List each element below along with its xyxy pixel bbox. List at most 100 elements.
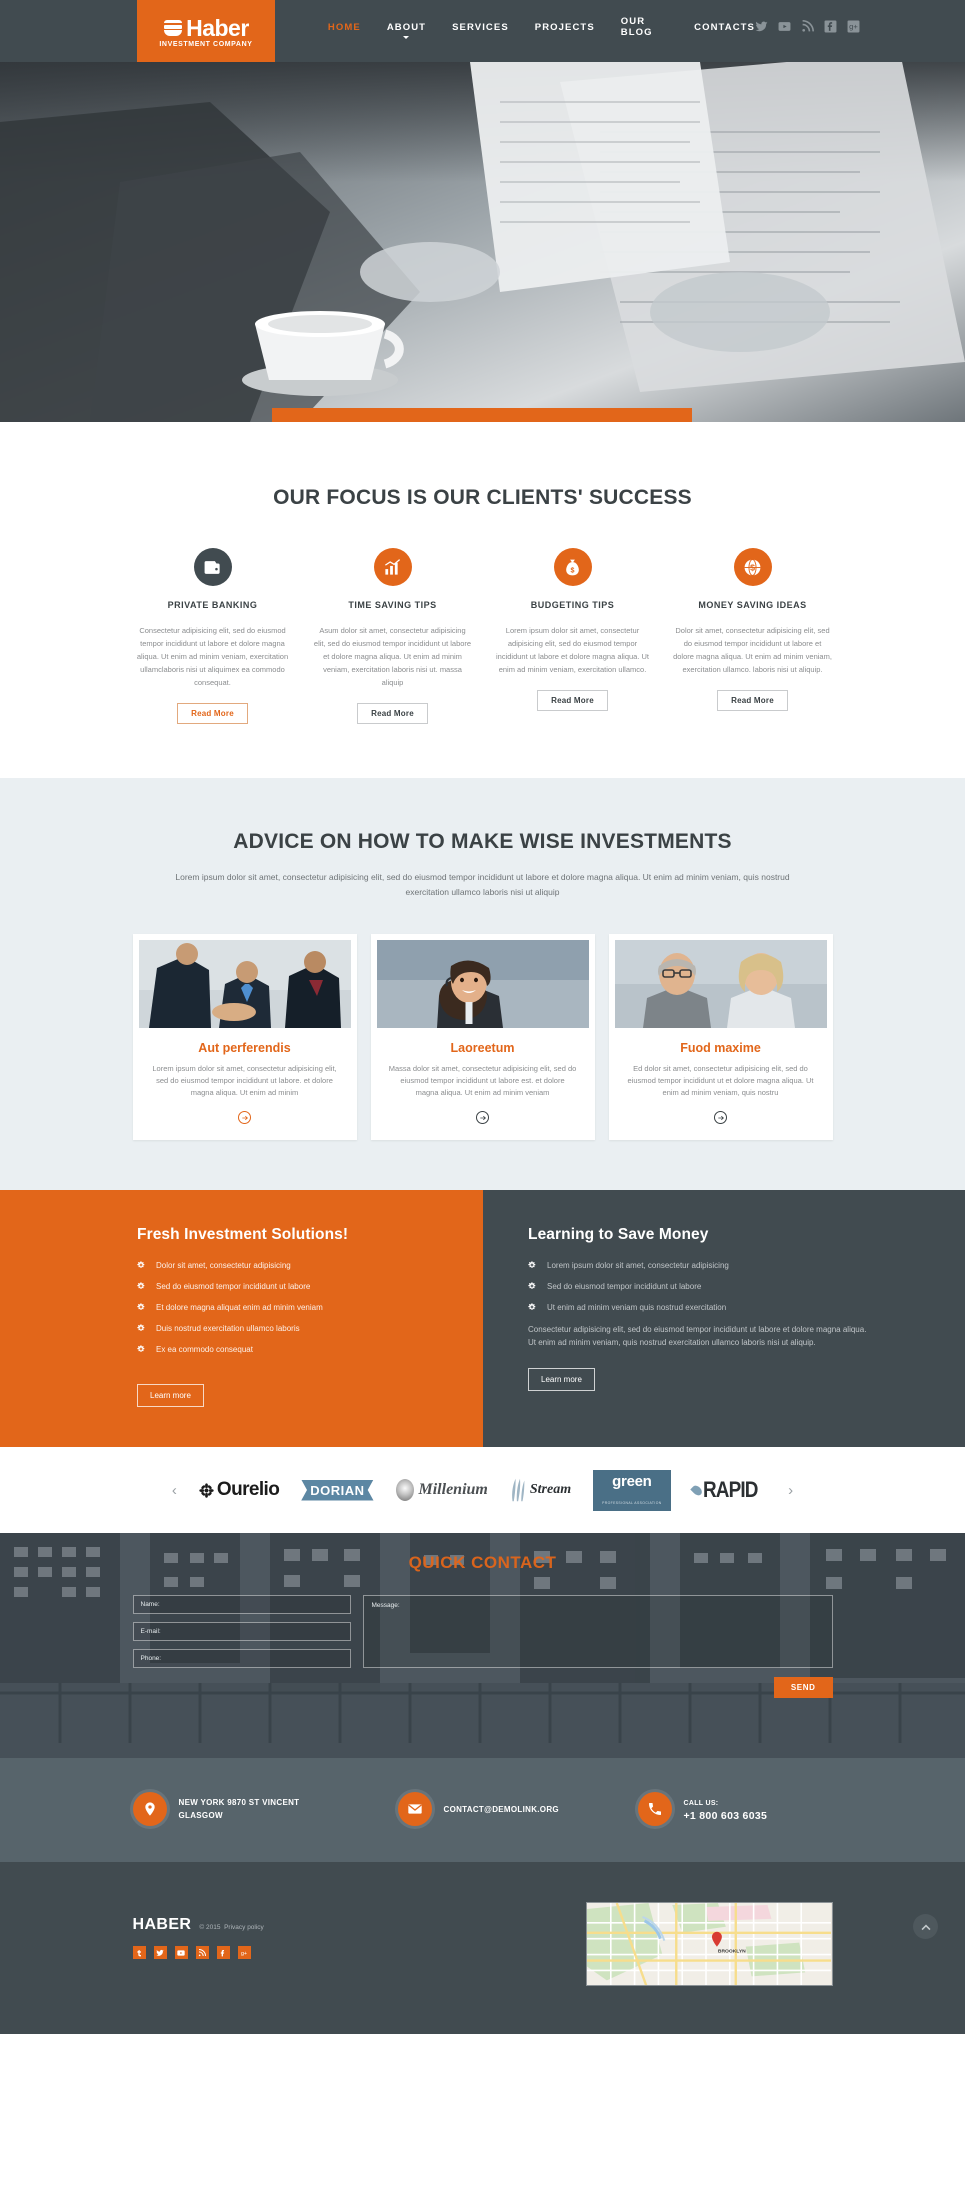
advice-card-text: Ed dolor sit amet, consectetur adipisici… [627, 1064, 814, 1097]
read-more-button[interactable]: Read More [717, 690, 788, 711]
partner-logo-stream[interactable]: Stream [510, 1473, 571, 1507]
hero-background-image [0, 62, 965, 422]
partner-logo-label: Millenium [418, 1481, 488, 1498]
nav-item-about[interactable]: ABOUT [387, 22, 426, 39]
gear-icon [137, 1282, 145, 1289]
contact-address-line1: NEW YORK 9870 ST VINCENT [178, 1798, 300, 1807]
message-field[interactable]: Message: [362, 1595, 833, 1668]
promo-left-panel: Fresh Investment Solutions! Dolor sit am… [0, 1190, 483, 1447]
partner-logo-rapid[interactable]: RAPID [689, 1473, 766, 1507]
focus-item-title: TIME SAVING TIPS [348, 600, 437, 610]
contact-email: CONTACT@DEMOLINK.ORG [397, 1792, 638, 1826]
nav-item-projects[interactable]: PROJECTS [535, 22, 595, 33]
quick-contact-section: QUICK CONTACT Name: E-mail: Phone: Messa… [0, 1533, 965, 1758]
footer-map[interactable]: BROOKLYN [585, 1902, 833, 1986]
contact-info-strip: NEW YORK 9870 ST VINCENT GLASGOW CONTACT… [0, 1758, 965, 1862]
svg-text:g+: g+ [849, 22, 858, 31]
site-logo[interactable]: Haber INVESTMENT COMPANY [137, 0, 275, 62]
focus-items-grid: PRIVATE BANKING Consectetur adipisicing … [133, 548, 833, 724]
arrow-right-circle-icon[interactable] [238, 1111, 251, 1124]
contact-phone-number[interactable]: +1 800 603 6035 [684, 1810, 768, 1822]
gear-icon [137, 1324, 145, 1331]
list-item-label: Ut enim ad minim veniam quis nostrud exe… [547, 1303, 727, 1312]
site-header: Haber INVESTMENT COMPANY HOME ABOUT SERV… [0, 0, 965, 62]
focus-item-private-banking: PRIVATE BANKING Consectetur adipisicing … [133, 548, 293, 724]
scroll-to-top-button[interactable] [913, 1914, 938, 1939]
hero-caption: ‹ WE MEET YOUR FINANCIAL INVESTMENT NEED… [272, 408, 692, 422]
facebook-icon[interactable] [824, 20, 837, 33]
partner-logo-green[interactable]: green PROFESSIONAL ASSOCIATION [593, 1469, 671, 1511]
contact-address: NEW YORK 9870 ST VINCENT GLASGOW [132, 1792, 398, 1826]
partner-logo-dorian[interactable]: DORIAN [301, 1473, 374, 1507]
mature-couple-portrait-photo [614, 940, 827, 1028]
focus-item-time-saving-tips: TIME SAVING TIPS Asum dolor sit amet, co… [313, 548, 473, 724]
hero-title: WE MEET YOUR FINANCIAL INVESTMENT NEEDS [301, 418, 662, 422]
list-item: Ut enim ad minim veniam quis nostrud exe… [528, 1302, 874, 1314]
list-item-label: Duis nostrud exercitation ullamco labori… [156, 1324, 300, 1333]
nav-item-services[interactable]: SERVICES [452, 22, 509, 33]
google-plus-icon[interactable]: g+ [237, 1946, 251, 1959]
envelope-icon [397, 1792, 432, 1826]
advice-card-text: Lorem ipsum dolor sit amet, consectetur … [152, 1064, 337, 1097]
focus-item-title: MONEY SAVING IDEAS [698, 600, 807, 610]
rss-icon[interactable] [195, 1946, 209, 1959]
list-item: Dolor sit amet, consectetur adipisicing [137, 1260, 483, 1272]
advice-card[interactable]: Laoreetum Massa dolor sit amet, consecte… [370, 934, 595, 1140]
send-button[interactable]: SEND [773, 1677, 833, 1698]
contact-email-value[interactable]: CONTACT@DEMOLINK.ORG [444, 1803, 559, 1816]
youtube-icon[interactable] [778, 20, 791, 33]
facebook-icon[interactable] [216, 1946, 230, 1959]
twitter-icon[interactable] [153, 1946, 167, 1959]
advice-card[interactable]: Fuod maxime Ed dolor sit amet, consectet… [608, 934, 833, 1140]
nav-item-our-blog[interactable]: OUR BLOG [621, 16, 668, 38]
haber-logo-icon [163, 17, 183, 39]
chevron-up-icon [921, 1924, 930, 1930]
advice-card-text: Massa dolor sit amet, consectetur adipis… [388, 1064, 577, 1097]
name-field[interactable]: Name: [132, 1595, 351, 1614]
svg-text:$: $ [571, 566, 575, 574]
arrow-right-circle-icon[interactable] [476, 1111, 489, 1124]
promo-left-learn-more-button[interactable]: Learn more [137, 1384, 204, 1407]
read-more-button[interactable]: Read More [177, 703, 248, 724]
map-city-label: BROOKLYN [717, 1949, 745, 1955]
gear-icon [528, 1261, 536, 1268]
twitter-icon[interactable] [755, 20, 768, 33]
flower-icon [199, 1482, 214, 1498]
leaves-icon [511, 1478, 525, 1502]
promo-right-learn-more-button[interactable]: Learn more [528, 1368, 595, 1391]
list-item: Sed do eiusmod tempor incididunt ut labo… [528, 1281, 874, 1293]
partners-prev-arrow[interactable]: ‹ [172, 1482, 177, 1499]
google-plus-icon[interactable]: g+ [847, 20, 860, 33]
youtube-icon[interactable] [174, 1946, 188, 1959]
contact-phone: CALL US: +1 800 603 6035 [637, 1792, 768, 1826]
partner-logo-label: green [612, 1472, 652, 1490]
phone-field[interactable]: Phone: [132, 1649, 351, 1668]
focus-item-text: Dolor sit amet, consectetur adipisicing … [673, 626, 832, 674]
main-navigation: HOME ABOUT SERVICES PROJECTS OUR BLOG CO… [328, 0, 755, 62]
rss-icon[interactable] [801, 19, 814, 33]
nav-item-contacts[interactable]: CONTACTS [694, 22, 755, 33]
promo-left-title: Fresh Investment Solutions! [137, 1226, 349, 1243]
water-drop-icon [689, 1483, 704, 1497]
read-more-button[interactable]: Read More [537, 690, 608, 711]
focus-item-money-saving-ideas: $ MONEY SAVING IDEAS Dolor sit amet, con… [673, 548, 833, 724]
smiling-businesswoman-headset-photo [376, 940, 589, 1028]
partner-logo-label: Stream [529, 1482, 572, 1497]
arrow-right-circle-icon[interactable] [714, 1111, 727, 1124]
tumblr-icon[interactable] [132, 1946, 146, 1959]
partner-logo-millenium[interactable]: Millenium [395, 1473, 488, 1507]
quick-contact-form: Name: E-mail: Phone: Message: [132, 1595, 833, 1668]
advice-card[interactable]: Aut perferendis Lorem ipsum dolor sit am… [132, 934, 357, 1140]
partner-logo-label: RAPID [702, 1477, 758, 1502]
read-more-button[interactable]: Read More [357, 703, 428, 724]
partners-next-arrow[interactable]: › [788, 1482, 793, 1499]
nav-item-home[interactable]: HOME [328, 22, 361, 33]
gear-icon [528, 1282, 536, 1289]
focus-item-text: Asum dolor sit amet, consectetur adipisi… [313, 626, 472, 687]
email-field[interactable]: E-mail: [132, 1622, 351, 1641]
advice-lead-text: Lorem ipsum dolor sit amet, consectetur … [175, 872, 790, 897]
promo-right-panel: Learning to Save Money Lorem ipsum dolor… [483, 1190, 965, 1447]
partner-logo-ourelio[interactable]: Ourelio [199, 1473, 280, 1507]
privacy-policy-link[interactable]: Privacy policy [224, 1924, 264, 1931]
map-pin-icon [132, 1792, 167, 1826]
